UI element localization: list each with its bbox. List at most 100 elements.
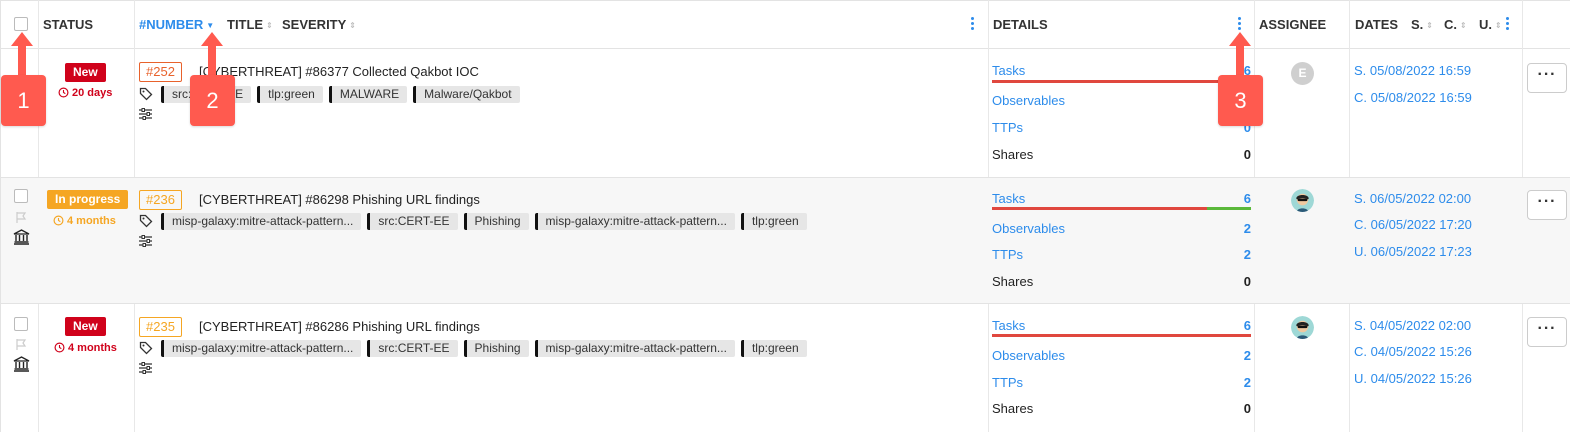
tasks-count[interactable]: 6 bbox=[1221, 191, 1251, 206]
date-created[interactable]: C. 05/08/2022 16:59 bbox=[1354, 90, 1472, 105]
tag[interactable]: src:CERT-EE bbox=[367, 213, 458, 230]
table-row[interactable]: New 20 days #252 [CYBERTHREAT] #86377 Co… bbox=[1, 49, 1570, 178]
custom-fields-icon[interactable] bbox=[139, 235, 152, 247]
tag[interactable]: MALWARE bbox=[328, 86, 408, 103]
tag-list: misp-galaxy:mitre-attack-pattern... src:C… bbox=[139, 340, 813, 358]
sort-icon: ⇕ bbox=[1460, 21, 1467, 30]
header-date-start[interactable]: S. ⇕ bbox=[1411, 1, 1433, 49]
date-updated[interactable]: U. 06/05/2022 17:23 bbox=[1354, 244, 1472, 259]
row-actions-button[interactable]: ··· bbox=[1527, 190, 1567, 220]
date-start[interactable]: S. 04/05/2022 02:00 bbox=[1354, 318, 1471, 333]
details-tasks-link[interactable]: Tasks bbox=[992, 318, 1025, 333]
case-number[interactable]: #235 bbox=[139, 317, 182, 337]
header-date-start-label: S. bbox=[1411, 17, 1424, 32]
tag-icon bbox=[139, 87, 153, 101]
row-checkbox[interactable] bbox=[14, 189, 28, 203]
clock-icon bbox=[58, 87, 69, 98]
tag[interactable]: misp-galaxy:mitre-attack-pattern... bbox=[534, 213, 735, 230]
header-date-created[interactable]: C. ⇕ bbox=[1444, 1, 1467, 49]
organisation-icon bbox=[13, 229, 30, 245]
tag-icon bbox=[139, 214, 153, 228]
case-number[interactable]: #252 bbox=[139, 62, 182, 82]
tasks-progress-done bbox=[1206, 207, 1251, 210]
case-age: 20 days bbox=[58, 87, 112, 99]
header-status[interactable]: STATUS bbox=[43, 1, 93, 49]
details-observables-link[interactable]: Observables bbox=[992, 221, 1065, 236]
organisation-icon bbox=[13, 356, 30, 372]
tag[interactable]: Malware/Qakbot bbox=[413, 86, 520, 103]
sort-icon: ⇕ bbox=[1495, 21, 1502, 30]
tag[interactable]: src:CERT-EE bbox=[367, 340, 458, 357]
details-shares-label: Shares bbox=[992, 147, 1034, 162]
dates-menu-icon[interactable] bbox=[1506, 17, 1510, 33]
details-observables-link[interactable]: Observables bbox=[992, 93, 1065, 108]
callout-badge-3: 3 bbox=[1218, 75, 1263, 126]
details-ttps-link[interactable]: TTPs bbox=[992, 247, 1023, 262]
row-actions-button[interactable]: ··· bbox=[1527, 317, 1567, 347]
callout-arrow-icon bbox=[201, 32, 223, 76]
ttps-count[interactable]: 2 bbox=[1221, 247, 1251, 262]
status-badge: New bbox=[65, 317, 106, 336]
date-created[interactable]: C. 06/05/2022 17:20 bbox=[1354, 217, 1472, 232]
header-title[interactable]: TITLE ⇕ bbox=[227, 1, 273, 49]
details-ttps-link[interactable]: TTPs bbox=[992, 375, 1023, 390]
callout-arrow-icon bbox=[1229, 32, 1251, 76]
date-start[interactable]: S. 06/05/2022 02:00 bbox=[1354, 191, 1471, 206]
date-updated[interactable]: U. 04/05/2022 15:26 bbox=[1354, 371, 1472, 386]
tag[interactable]: tlp:green bbox=[740, 213, 807, 230]
tag[interactable]: misp-galaxy:mitre-attack-pattern... bbox=[161, 213, 362, 230]
case-title[interactable]: [CYBERTHREAT] #86377 Collected Qakbot IO… bbox=[199, 64, 479, 79]
header-details[interactable]: DETAILS bbox=[993, 1, 1048, 49]
row-checkbox[interactable] bbox=[14, 317, 28, 331]
custom-fields-icon[interactable] bbox=[139, 108, 152, 120]
tag[interactable]: Phishing bbox=[463, 213, 529, 230]
table-row[interactable]: New 4 months #235 [CYBERTHREAT] #86286 P… bbox=[1, 304, 1570, 432]
date-start[interactable]: S. 05/08/2022 16:59 bbox=[1354, 63, 1471, 78]
case-title[interactable]: [CYBERTHREAT] #86298 Phishing URL findin… bbox=[199, 192, 480, 207]
shares-count: 0 bbox=[1243, 274, 1251, 289]
details-tasks-link[interactable]: Tasks bbox=[992, 191, 1025, 206]
status-badge: In progress bbox=[47, 190, 129, 209]
column-menu-icon[interactable] bbox=[971, 17, 975, 33]
custom-fields-icon[interactable] bbox=[139, 362, 152, 374]
observables-count[interactable]: 2 bbox=[1221, 348, 1251, 363]
assignee-avatar[interactable] bbox=[1291, 316, 1314, 339]
row-actions-button[interactable]: ··· bbox=[1527, 63, 1567, 93]
tag[interactable]: tlp:green bbox=[740, 340, 807, 357]
clock-icon bbox=[53, 215, 64, 226]
table-header: STATUS #NUMBER ▼ TITLE ⇕ SEVERITY ⇕ DETAILS… bbox=[1, 0, 1570, 49]
case-number[interactable]: #236 bbox=[139, 190, 182, 210]
details-tasks-link[interactable]: Tasks bbox=[992, 63, 1025, 78]
tasks-progress-bar bbox=[992, 80, 1251, 83]
assignee-avatar[interactable] bbox=[1291, 189, 1314, 212]
tag-icon bbox=[139, 341, 153, 355]
sort-icon: ⇕ bbox=[349, 21, 356, 30]
status-badge: New bbox=[65, 63, 106, 82]
header-title-label: TITLE bbox=[227, 17, 264, 32]
tasks-count[interactable]: 6 bbox=[1221, 318, 1251, 333]
tag[interactable]: misp-galaxy:mitre-attack-pattern... bbox=[534, 340, 735, 357]
select-all-checkbox[interactable] bbox=[14, 17, 28, 31]
header-dates[interactable]: DATES bbox=[1355, 1, 1398, 49]
tag[interactable]: tlp:green bbox=[257, 86, 323, 103]
case-title[interactable]: [CYBERTHREAT] #86286 Phishing URL findin… bbox=[199, 319, 480, 334]
clock-icon bbox=[54, 342, 65, 353]
ttps-count[interactable]: 2 bbox=[1221, 375, 1251, 390]
tag[interactable]: Phishing bbox=[463, 340, 529, 357]
header-assignee[interactable]: ASSIGNEE bbox=[1259, 1, 1326, 49]
tag[interactable]: misp-galaxy:mitre-attack-pattern... bbox=[161, 340, 362, 357]
header-date-updated[interactable]: U. ⇕ bbox=[1479, 1, 1502, 49]
table-row[interactable]: In progress 4 months #236 [CYBERTHREAT] … bbox=[1, 178, 1570, 304]
header-severity[interactable]: SEVERITY ⇕ bbox=[282, 1, 356, 49]
case-age-text: 4 months bbox=[67, 215, 116, 227]
date-created[interactable]: C. 04/05/2022 15:26 bbox=[1354, 344, 1472, 359]
callout-arrow-icon bbox=[11, 32, 33, 76]
flag-icon[interactable] bbox=[15, 338, 28, 351]
shares-count: 0 bbox=[1243, 401, 1251, 416]
details-ttps-link[interactable]: TTPs bbox=[992, 120, 1023, 135]
flag-icon[interactable] bbox=[15, 211, 28, 224]
observables-count[interactable]: 2 bbox=[1221, 221, 1251, 236]
details-observables-link[interactable]: Observables bbox=[992, 348, 1065, 363]
header-date-created-label: C. bbox=[1444, 17, 1457, 32]
assignee-avatar[interactable]: E bbox=[1291, 62, 1314, 85]
